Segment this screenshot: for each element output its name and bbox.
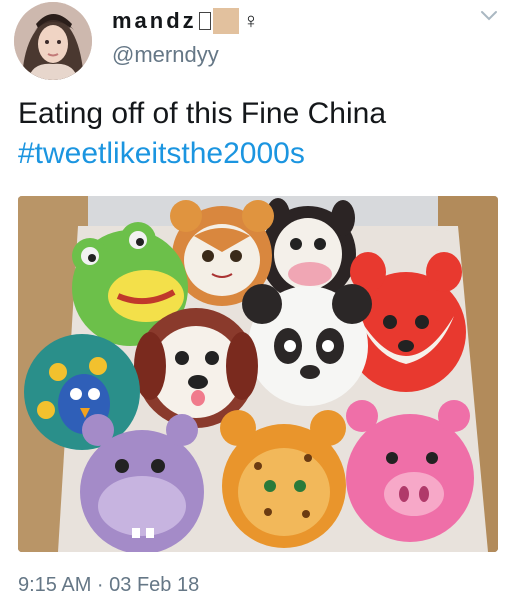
tweet-text: Eating off of this Fine China #tweetlike… [18, 94, 498, 174]
tweet-photo[interactable] [18, 196, 498, 552]
chevron-down-icon[interactable] [480, 10, 498, 22]
photo-animal-plates [18, 196, 498, 552]
user-handle[interactable]: @merndyy [112, 42, 219, 68]
tweet-text-line: Eating off of this Fine China [18, 97, 386, 130]
display-name-text: mandz [112, 8, 197, 33]
skin-tone-modifier-icon [212, 8, 239, 34]
missing-glyph-icon [198, 12, 211, 30]
timestamp[interactable]: 9:15 AM · 03 Feb 18 [18, 574, 199, 597]
avatar-image [14, 2, 92, 80]
female-sign-icon: ♀ [242, 8, 260, 33]
display-name[interactable]: mandz ♀ [112, 8, 259, 34]
hashtag-link[interactable]: #tweetlikeitsthe2000s [18, 134, 498, 174]
avatar[interactable] [14, 2, 92, 80]
tweet: mandz ♀ @merndyy Eating off of this Fine… [0, 0, 517, 600]
